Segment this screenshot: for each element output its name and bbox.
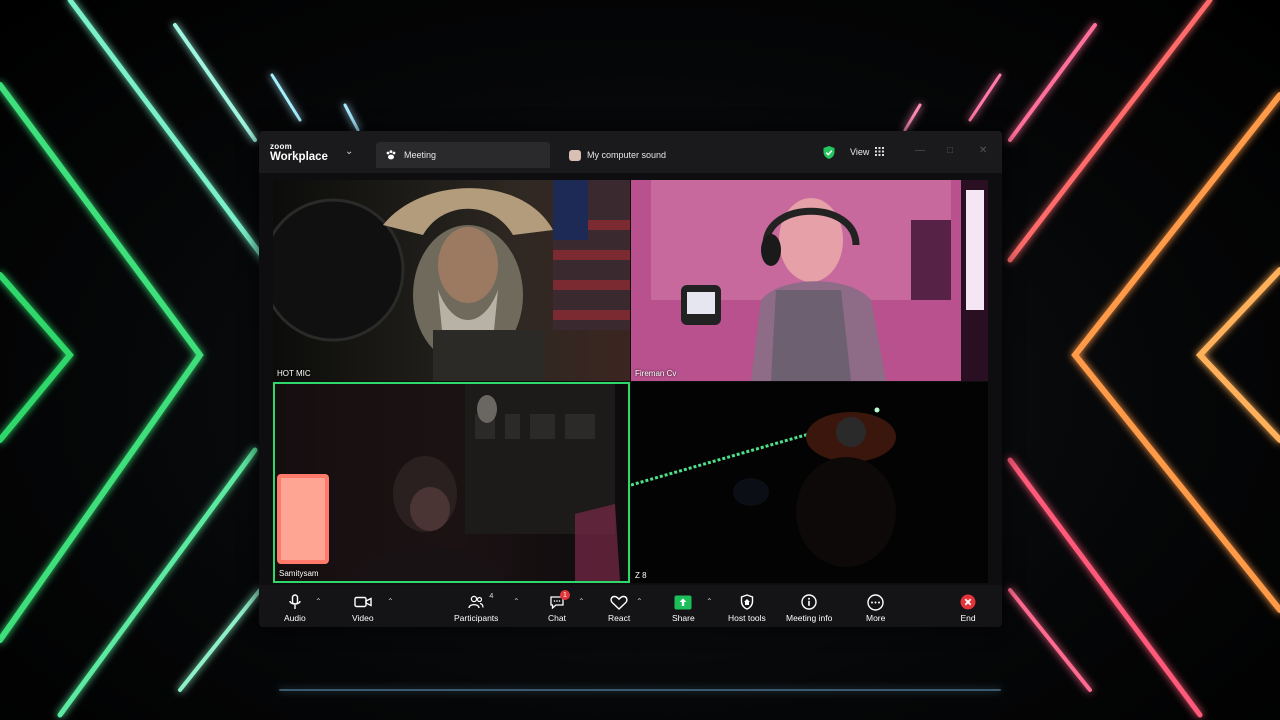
participant-name: Fireman Cv (635, 369, 677, 378)
zoom-window: zoom Workplace ⌄ Meeting My computer sou… (259, 131, 1002, 627)
participants-button[interactable]: 4 Participants (454, 591, 499, 623)
chat-icon: 1 (549, 590, 570, 611)
end-label: End (960, 613, 976, 623)
meeting-info-button[interactable]: Meeting info (786, 593, 832, 623)
chevron-down-icon[interactable]: ⌄ (345, 146, 353, 157)
grid-icon (875, 146, 885, 158)
video-tile-z8[interactable]: Z 8 (631, 382, 988, 583)
maximize-icon[interactable]: □ (947, 145, 953, 156)
share-label: Share (672, 613, 695, 623)
chat-unread-badge: 1 (559, 590, 570, 600)
participants-options-caret-icon[interactable]: ⌃ (513, 597, 520, 606)
react-options-caret-icon[interactable]: ⌃ (636, 597, 643, 606)
participant-video-samitysam (277, 384, 620, 581)
microphone-icon (288, 593, 302, 611)
video-label: Video (352, 613, 374, 623)
title-bar: zoom Workplace ⌄ Meeting My computer sou… (259, 131, 1002, 173)
heart-icon (610, 593, 628, 611)
host-tools-label: Host tools (728, 613, 766, 623)
participants-count: 4 (489, 591, 494, 600)
host-tools-button[interactable]: Host tools (728, 593, 766, 623)
minimize-icon[interactable]: — (915, 145, 925, 156)
audio-label: Audio (284, 613, 306, 623)
end-call-icon (960, 593, 976, 611)
audio-button[interactable]: Audio (284, 593, 306, 623)
end-button[interactable]: End (960, 593, 976, 623)
meeting-toolbar: Audio ⌃ Video ⌃ 4 Participants ⌃ 1 Chat … (259, 585, 1002, 627)
camera-icon (354, 593, 372, 611)
view-button[interactable]: View (844, 142, 894, 162)
participant-name: Samitysam (279, 569, 319, 578)
chat-options-caret-icon[interactable]: ⌃ (578, 597, 585, 606)
chat-label: Chat (548, 613, 566, 623)
participant-video-hot-mic (273, 180, 630, 381)
video-tile-hot-mic[interactable]: HOT MIC (273, 180, 630, 381)
brand-small-text: zoom (270, 142, 293, 151)
tab-computer-sound[interactable]: My computer sound (561, 142, 721, 168)
react-label: React (608, 613, 631, 623)
video-tile-fireman-cv[interactable]: Fireman Cv (631, 180, 988, 381)
video-tile-samitysam[interactable]: Samitysam (273, 382, 630, 583)
more-button[interactable]: More (866, 593, 885, 623)
participants-label: Participants (454, 613, 499, 623)
paw-icon (384, 148, 398, 162)
more-dots-icon (867, 593, 884, 611)
view-label: View (850, 147, 870, 157)
more-label: More (866, 613, 886, 623)
host-shield-icon (740, 593, 754, 611)
share-screen-icon (674, 593, 692, 611)
participant-name: HOT MIC (277, 369, 311, 378)
video-button[interactable]: Video (352, 593, 374, 623)
audio-options-caret-icon[interactable]: ⌃ (315, 597, 322, 606)
participant-video-z8 (631, 407, 896, 567)
video-options-caret-icon[interactable]: ⌃ (387, 597, 394, 606)
zoom-workplace-logo[interactable]: zoom Workplace (270, 143, 328, 164)
info-icon (801, 593, 817, 611)
close-icon[interactable]: ✕ (979, 145, 987, 156)
participant-video-fireman-cv (631, 180, 988, 381)
participant-name: Z 8 (635, 571, 647, 580)
react-button[interactable]: React (608, 593, 630, 623)
meeting-info-label: Meeting info (786, 613, 833, 623)
brand-large-text: Workplace (270, 151, 328, 163)
share-options-caret-icon[interactable]: ⌃ (706, 597, 713, 606)
chat-button[interactable]: 1 Chat (548, 590, 570, 623)
tab-meeting[interactable]: Meeting (376, 142, 550, 168)
tab-meeting-label: Meeting (404, 150, 437, 160)
tab-computer-sound-label: My computer sound (587, 150, 667, 160)
share-button[interactable]: Share (672, 593, 695, 623)
participants-icon: 4 (468, 591, 493, 611)
sound-share-icon (569, 149, 581, 161)
shield-check-icon[interactable] (822, 145, 836, 165)
